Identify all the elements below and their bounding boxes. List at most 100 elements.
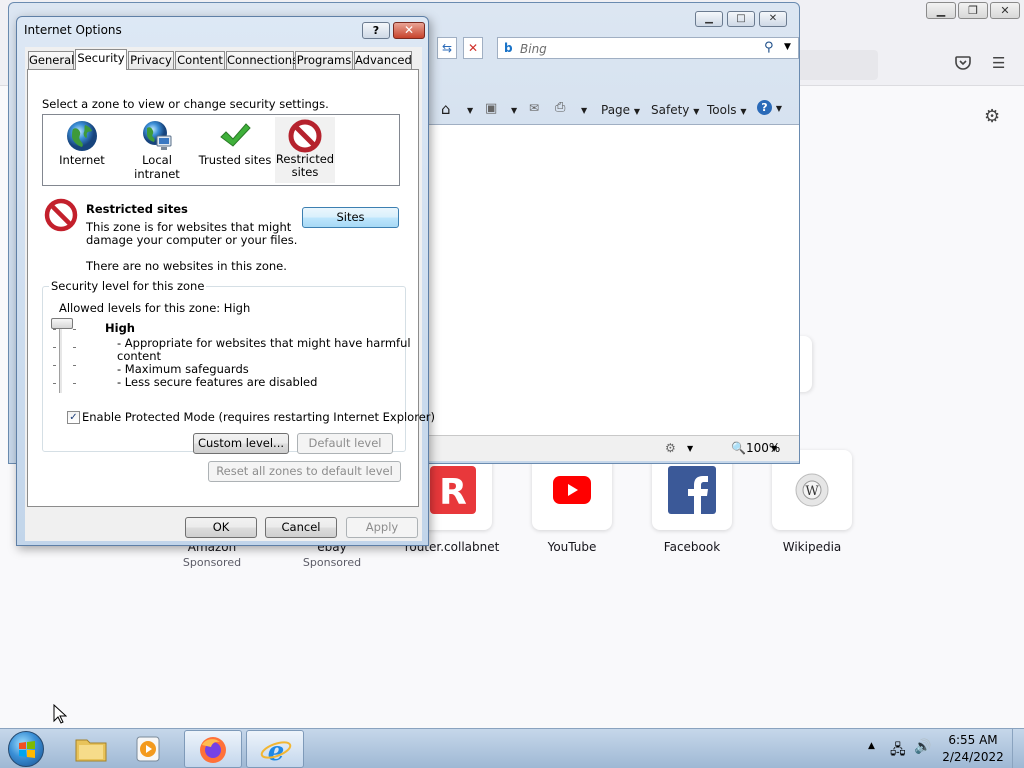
protected-mode-label[interactable]: Enable Protected Mode (requires restarti… (82, 410, 435, 424)
taskbar-media-player[interactable] (122, 730, 180, 768)
tile-label-facebook: Facebook (663, 540, 721, 554)
tile-sponsored-amazon: Sponsored (182, 556, 242, 569)
protected-mode-checkbox[interactable]: ✓ (67, 411, 80, 424)
home-icon[interactable]: ⌂ (441, 100, 451, 118)
zone-restricted-sites[interactable]: Restricted sites (275, 117, 335, 183)
zone-local-intranet[interactable]: Local intranet (119, 117, 195, 183)
zone-sites-note: There are no websites in this zone. (86, 259, 287, 273)
sites-button[interactable]: Sites (302, 207, 399, 228)
reset-all-zones-button[interactable]: Reset all zones to default level (208, 461, 401, 482)
tab-security[interactable]: Security (75, 49, 127, 70)
chevron-down-icon[interactable]: ▼ (511, 106, 517, 115)
ie-search-placeholder: Bing (520, 42, 547, 56)
zone-trusted-sites[interactable]: Trusted sites (197, 117, 273, 183)
start-button[interactable] (8, 731, 44, 767)
security-level-name: High (105, 321, 135, 335)
zone-label-local-intranet: Local intranet (134, 153, 180, 181)
zone-description-line1: This zone is for websites that might (86, 220, 292, 234)
bing-icon: b (504, 41, 513, 55)
chevron-down-icon[interactable]: ▼ (467, 106, 473, 115)
security-level-slider-track[interactable] (59, 323, 63, 393)
facebook-icon (668, 466, 716, 514)
menu-icon[interactable]: ☰ (992, 54, 1005, 72)
security-level-group-label: Security level for this zone (49, 279, 207, 293)
show-hidden-icons-button[interactable]: ▲ (868, 741, 875, 751)
ie-command-bar: ⌂ ▼ ▣ ▼ ✉ ⎙ ▼ Page ▼ Safety ▼ Tools ▼ ? … (429, 97, 799, 123)
youtube-icon (553, 476, 591, 504)
firefox-icon (200, 737, 226, 763)
tab-content[interactable]: Content (175, 51, 225, 69)
allowed-levels-label: Allowed levels for this zone: High (59, 301, 251, 315)
chevron-down-icon[interactable]: ▼ (771, 444, 777, 453)
ie-status-bar: ⚙ ▼ 🔍100% ▼ (429, 435, 799, 461)
chevron-down-icon[interactable]: ▼ (687, 444, 693, 453)
security-level-bullet-1-cont: content (117, 349, 162, 363)
svg-text:R: R (439, 472, 467, 513)
ok-button[interactable]: OK (185, 517, 257, 538)
firefox-restore-button[interactable]: ❐ (958, 2, 988, 19)
security-level-slider-thumb[interactable] (51, 318, 73, 329)
select-zone-prompt: Select a zone to view or change security… (42, 97, 329, 111)
clock-date[interactable]: 2/24/2022 (938, 750, 1008, 764)
firefox-minimize-button[interactable]: ▁ (926, 2, 956, 19)
tab-general[interactable]: General (28, 51, 74, 69)
dialog-body: General Security Privacy Content Connect… (25, 47, 435, 541)
zone-internet[interactable]: Internet (47, 117, 117, 183)
page-menu[interactable]: Page ▼ (601, 103, 640, 117)
clock-time[interactable]: 6:55 AM (938, 733, 1008, 747)
print-icon[interactable]: ⎙ (555, 100, 565, 115)
tools-menu[interactable]: Tools ▼ (707, 103, 747, 117)
help-icon[interactable]: ? ▼ (757, 100, 782, 115)
apply-button[interactable]: Apply (346, 517, 418, 538)
svg-text:W: W (805, 484, 819, 499)
firefox-close-button[interactable]: ✕ (990, 2, 1020, 19)
protected-mode-icon[interactable]: ⚙ (665, 441, 676, 455)
internet-explorer-icon: e (260, 737, 292, 765)
safety-menu[interactable]: Safety ▼ (651, 103, 699, 117)
tab-connections[interactable]: Connections (226, 51, 298, 69)
show-desktop-button[interactable] (1012, 729, 1024, 768)
chevron-down-icon[interactable]: ▼ (581, 106, 587, 115)
search-icon[interactable]: ⚲ (764, 40, 774, 55)
zone-label-trusted-sites: Trusted sites (198, 153, 272, 167)
ie-page-content (429, 124, 799, 435)
taskbar-internet-explorer[interactable]: e (246, 730, 304, 768)
tab-programs[interactable]: Programs (295, 51, 353, 69)
checkmark-icon (220, 123, 251, 147)
dialog-help-button[interactable]: ? (362, 22, 390, 39)
ie-search-box[interactable]: b Bing ⚲ ▼ (497, 37, 799, 59)
network-icon[interactable]: 🖧 (890, 739, 906, 763)
mail-icon[interactable]: ✉ (529, 101, 539, 115)
tab-privacy[interactable]: Privacy (128, 51, 174, 69)
ie-minimize-button[interactable]: ▁ (695, 11, 723, 27)
restricted-icon (288, 119, 322, 153)
media-player-icon (136, 736, 160, 762)
dialog-close-button[interactable]: ✕ (393, 22, 425, 39)
zoom-icon: 🔍 (731, 441, 746, 455)
zone-label-restricted-line2: sites (291, 165, 319, 179)
pocket-icon[interactable] (955, 56, 971, 74)
globe-icon (67, 121, 97, 151)
feeds-icon[interactable]: ▣ (485, 101, 497, 116)
ie-maximize-button[interactable]: □ (727, 11, 755, 27)
custom-level-button[interactable]: Custom level... (193, 433, 289, 454)
intranet-icon (143, 121, 172, 150)
stop-icon[interactable]: ✕ (463, 37, 483, 59)
tile-label-wikipedia: Wikipedia (782, 540, 842, 554)
mouse-cursor-icon (53, 704, 67, 724)
ie-close-button[interactable]: ✕ (759, 11, 787, 27)
refresh-icon[interactable]: ⇆ (437, 37, 457, 59)
volume-icon[interactable]: 🔊 (914, 739, 931, 755)
tab-advanced[interactable]: Advanced (354, 51, 412, 69)
gear-icon[interactable]: ⚙ (984, 106, 1000, 127)
taskbar-explorer[interactable] (62, 730, 120, 768)
cancel-button[interactable]: Cancel (265, 517, 337, 538)
default-level-button[interactable]: Default level (297, 433, 393, 454)
security-level-bullet-3: - Less secure features are disabled (117, 375, 318, 389)
chevron-down-icon[interactable]: ▼ (784, 42, 791, 52)
taskbar: e ▲ 🖧 🔊 6:55 AM 2/24/2022 (0, 728, 1024, 768)
restricted-icon (44, 198, 78, 232)
firefox-url-bar[interactable] (796, 50, 878, 80)
zone-heading: Restricted sites (86, 202, 188, 216)
taskbar-firefox[interactable] (184, 730, 242, 768)
